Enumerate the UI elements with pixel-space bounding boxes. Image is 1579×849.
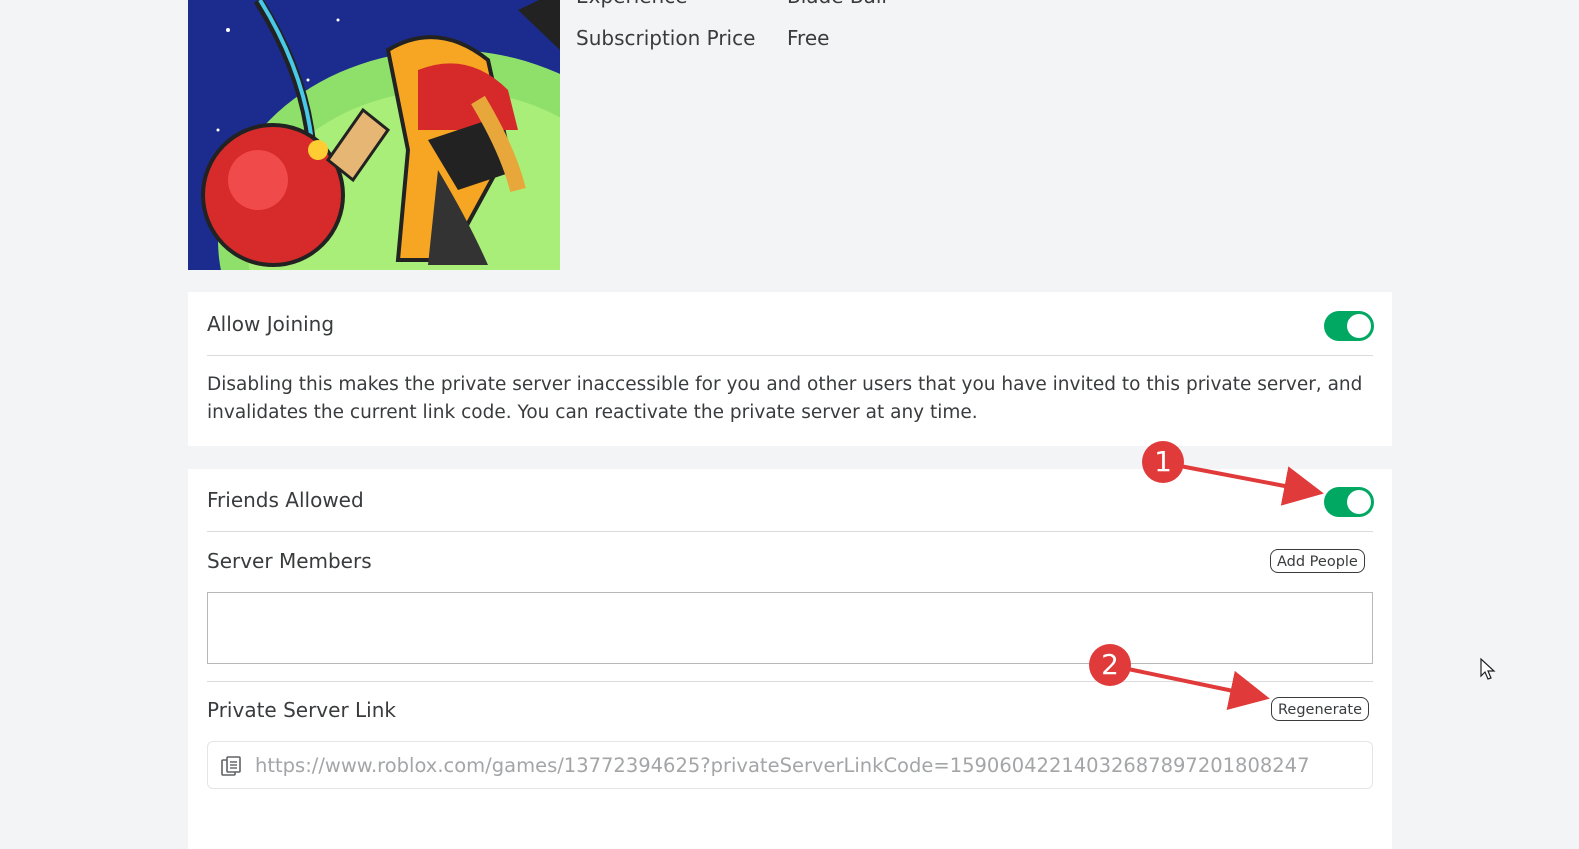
toggle-knob [1347, 490, 1371, 514]
allow-joining-title: Allow Joining [207, 312, 335, 336]
server-settings-card: Friends Allowed Server Members Add Peopl… [188, 469, 1392, 849]
annotation-marker-1: 1 [1142, 441, 1184, 483]
allow-joining-toggle[interactable] [1324, 311, 1374, 341]
friends-allowed-title: Friends Allowed [207, 488, 364, 512]
server-members-list [207, 592, 1373, 664]
subscription-price-label: Subscription Price [576, 26, 756, 50]
mouse-cursor-icon [1480, 658, 1496, 680]
annotation-marker-2: 2 [1089, 644, 1131, 686]
experience-thumbnail [188, 0, 560, 270]
server-members-title: Server Members [207, 549, 372, 573]
allow-joining-description: Disabling this makes the private server … [207, 374, 1363, 423]
private-server-link-input[interactable] [255, 742, 1358, 788]
copy-icon[interactable] [220, 755, 242, 777]
private-server-link-title: Private Server Link [207, 698, 396, 722]
toggle-knob [1347, 314, 1371, 338]
experience-value[interactable]: Blade Ball [787, 0, 887, 8]
allow-joining-card: Allow Joining Disabling this makes the p… [188, 292, 1392, 446]
divider [207, 355, 1373, 356]
private-server-link-field [207, 741, 1373, 789]
subscription-price-value: Free [787, 26, 830, 50]
experience-label: Experience [576, 0, 688, 8]
divider [207, 531, 1373, 532]
divider [207, 681, 1373, 682]
friends-allowed-toggle[interactable] [1324, 487, 1374, 517]
add-people-button[interactable]: Add People [1270, 549, 1365, 573]
regenerate-button[interactable]: Regenerate [1271, 697, 1370, 721]
